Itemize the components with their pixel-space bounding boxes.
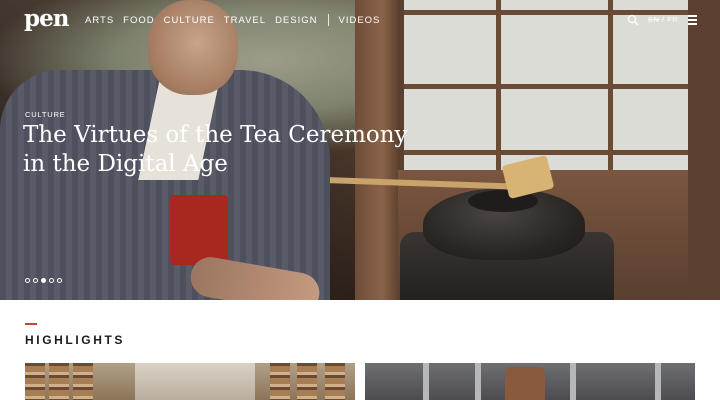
lang-en[interactable]: EN — [648, 15, 659, 24]
carousel-dot[interactable] — [57, 278, 62, 283]
hero-carousel[interactable]: pen ARTS FOOD CULTURE TRAVEL DESIGN VIDE… — [0, 0, 720, 300]
site-logo[interactable]: pen — [24, 5, 69, 32]
nav-item-food[interactable]: FOOD — [123, 15, 154, 26]
carousel-dot[interactable] — [49, 278, 54, 283]
nav-item-culture[interactable]: CULTURE — [164, 15, 215, 26]
nav-divider — [327, 14, 329, 26]
nav-item-travel[interactable]: TRAVEL — [224, 15, 266, 26]
language-switcher: EN / FR — [648, 15, 678, 24]
highlights-heading: HIGHLIGHTS — [25, 333, 125, 347]
carousel-dots — [25, 278, 65, 283]
highlights-accent-rule — [25, 323, 37, 325]
nav-item-design[interactable]: DESIGN — [275, 15, 317, 26]
hero-wood-edge — [688, 0, 720, 300]
nav-item-videos[interactable]: VIDEOS — [339, 15, 381, 26]
nav-item-arts[interactable]: ARTS — [85, 15, 114, 26]
carousel-dot-active[interactable] — [41, 278, 46, 283]
hero-title[interactable]: The Virtues of the Tea Ceremony in the D… — [23, 121, 433, 179]
highlight-card-distillery[interactable] — [365, 363, 695, 400]
main-nav: ARTS FOOD CULTURE TRAVEL DESIGN VIDEOS — [85, 14, 389, 26]
lang-separator: / — [662, 15, 665, 24]
highlight-card-library[interactable] — [25, 363, 355, 400]
lang-fr[interactable]: FR — [667, 15, 678, 24]
hero-category[interactable]: CULTURE — [25, 110, 65, 119]
hamburger-menu-icon[interactable] — [688, 15, 697, 25]
search-icon[interactable] — [627, 13, 639, 26]
carousel-dot[interactable] — [25, 278, 30, 283]
carousel-dot[interactable] — [33, 278, 38, 283]
top-navigation: pen ARTS FOOD CULTURE TRAVEL DESIGN VIDE… — [0, 0, 720, 40]
